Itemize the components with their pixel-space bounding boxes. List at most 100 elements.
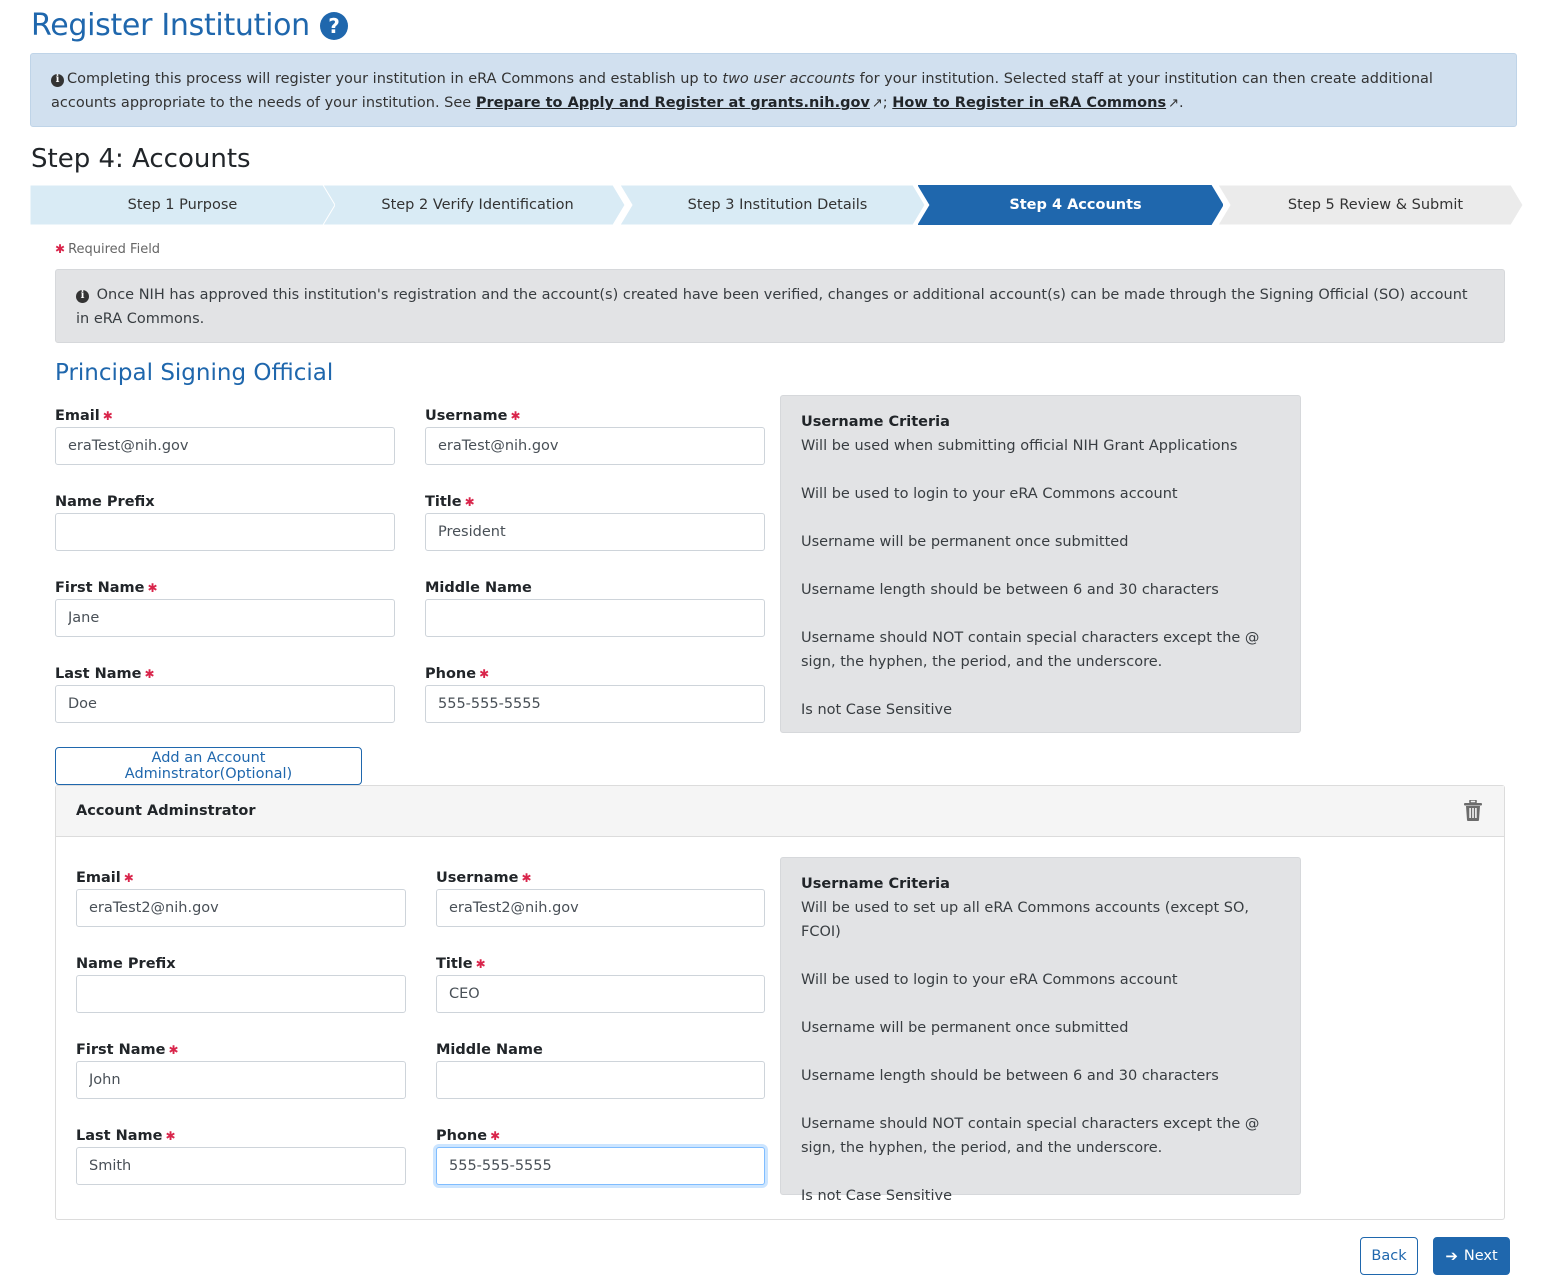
required-marker-icon: ✱ — [165, 1129, 176, 1143]
criteria-title: Username Criteria — [801, 876, 950, 892]
step-2[interactable]: Step 2 Verify Identification — [320, 185, 625, 225]
criteria-item: Username length should be between 6 and … — [801, 582, 1219, 598]
phone-label: Phone ✱ — [436, 1128, 500, 1144]
required-marker-icon: ✱ — [490, 1129, 501, 1143]
pso-username-input[interactable] — [425, 427, 765, 465]
next-label: Next — [1463, 1248, 1498, 1264]
criteria-item: Will be used to login to your eRA Common… — [801, 486, 1178, 502]
admin-card-title: Account Adminstrator — [76, 803, 256, 819]
criteria-item: Will be used when submitting official NI… — [801, 438, 1238, 454]
intro-end: . — [1178, 95, 1184, 111]
criteria-item: Will be used to login to your eRA Common… — [801, 972, 1178, 988]
question-circle-icon[interactable]: ? — [319, 11, 348, 40]
pso-section-title: Principal Signing Official — [55, 360, 334, 386]
step-heading: Step 4: Accounts — [31, 144, 251, 174]
pso-username-criteria: Username Criteria Will be used when subm… — [780, 395, 1301, 733]
criteria-item: Username length should be between 6 and … — [801, 1068, 1219, 1084]
back-button[interactable]: Back — [1360, 1237, 1418, 1275]
required-marker-icon: ✱ — [144, 667, 155, 681]
required-marker-icon: ✱ — [510, 409, 521, 423]
step-1[interactable]: Step 1 Purpose — [30, 185, 335, 225]
label-text: Middle Name — [436, 1042, 543, 1058]
intro-emphasis: two user accounts — [722, 71, 855, 87]
phone-label: Phone ✱ — [425, 666, 489, 682]
pso-first-name-input[interactable] — [55, 599, 395, 637]
middle-name-label: Middle Name — [425, 580, 532, 596]
label-text: Email — [55, 408, 100, 424]
label-text: Title — [436, 956, 473, 972]
step-label: Step 3 Institution Details — [687, 197, 868, 213]
how-to-register-link[interactable]: How to Register in eRA Commons — [892, 95, 1166, 111]
pso-title-input[interactable] — [425, 513, 765, 551]
required-marker-icon: ✱ — [168, 1043, 179, 1057]
prepare-to-apply-link[interactable]: Prepare to Apply and Register at grants.… — [476, 95, 870, 111]
required-marker-icon: ✱ — [521, 871, 532, 885]
required-marker-icon: ✱ — [123, 871, 134, 885]
first-name-label: First Name ✱ — [76, 1042, 179, 1058]
add-account-administrator-button[interactable]: Add an Account Adminstrator(Optional) — [55, 747, 362, 785]
label-text: Phone — [425, 666, 477, 682]
criteria-list: Will be used to set up all eRA Commons a… — [801, 896, 1280, 1208]
label-text: Username — [436, 870, 519, 886]
admin-username-criteria: Username Criteria Will be used to set up… — [780, 857, 1301, 1204]
label-text: Middle Name — [425, 580, 532, 596]
required-marker-icon: ✱ — [475, 957, 486, 971]
page-title: Register Institution ? — [31, 8, 348, 43]
step-label: Step 2 Verify Identification — [381, 197, 574, 213]
email-label: Email ✱ — [55, 408, 113, 424]
link-separator: ; — [882, 95, 893, 111]
pso-last-name-input[interactable] — [55, 685, 395, 723]
pso-phone-input[interactable] — [425, 685, 765, 723]
criteria-item: Username will be permanent once submitte… — [801, 1020, 1129, 1036]
label-text: Phone — [436, 1128, 488, 1144]
required-note-text: Required Field — [68, 242, 161, 257]
pso-middle-name-input[interactable] — [425, 599, 765, 637]
username-label: Username ✱ — [425, 408, 521, 424]
step-5: Step 5 Review & Submit — [1218, 185, 1523, 225]
label-text: Name Prefix — [55, 494, 155, 510]
criteria-item: Username should NOT contain special char… — [801, 630, 1260, 670]
step-4: Step 4 Accounts — [918, 185, 1223, 225]
trash-icon — [1464, 799, 1482, 821]
delete-admin-button[interactable] — [1462, 799, 1484, 822]
admin-card-header: Account Adminstrator — [56, 786, 1504, 837]
notice-text: Once NIH has approved this institution's… — [76, 287, 1468, 327]
external-link-icon: ↗ — [1168, 96, 1179, 111]
next-button[interactable]: ➔ Next — [1433, 1237, 1510, 1275]
info-circle-icon: i — [51, 73, 64, 87]
criteria-item: Username should NOT contain special char… — [801, 1116, 1260, 1156]
page-title-text: Register Institution — [31, 8, 310, 43]
admin-title-input[interactable] — [436, 975, 765, 1013]
step-label: Step 4 Accounts — [1009, 197, 1142, 213]
step-label: Step 5 Review & Submit — [1287, 197, 1464, 213]
required-marker-icon: ✱ — [55, 242, 66, 256]
label-text: Last Name — [76, 1128, 163, 1144]
admin-username-input[interactable] — [436, 889, 765, 927]
admin-phone-input[interactable] — [436, 1147, 765, 1185]
intro-text-1: Completing this process will register yo… — [67, 71, 723, 87]
label-text: Username — [425, 408, 508, 424]
title-label: Title ✱ — [425, 494, 475, 510]
admin-first-name-input[interactable] — [76, 1061, 406, 1099]
step-3[interactable]: Step 3 Institution Details — [620, 185, 925, 225]
criteria-item: Is not Case Sensitive — [801, 1188, 953, 1204]
admin-middle-name-input[interactable] — [436, 1061, 765, 1099]
label-text: Title — [425, 494, 462, 510]
wizard-stepper: Step 1 Purpose Step 2 Verify Identificati… — [30, 185, 1530, 225]
arrow-right-icon: ➔ — [1445, 1247, 1458, 1265]
criteria-item: Will be used to set up all eRA Commons a… — [801, 900, 1250, 940]
title-label: Title ✱ — [436, 956, 486, 972]
pso-email-input[interactable] — [55, 427, 395, 465]
name-prefix-label: Name Prefix — [76, 956, 176, 972]
admin-last-name-input[interactable] — [76, 1147, 406, 1185]
required-marker-icon: ✱ — [102, 409, 113, 423]
admin-email-input[interactable] — [76, 889, 406, 927]
last-name-label: Last Name ✱ — [55, 666, 155, 682]
pso-name-prefix-input[interactable] — [55, 513, 395, 551]
admin-name-prefix-input[interactable] — [76, 975, 406, 1013]
label-text: First Name — [76, 1042, 166, 1058]
label-text: Last Name — [55, 666, 142, 682]
approval-notice: i Once NIH has approved this institution… — [55, 269, 1505, 343]
info-circle-icon: i — [76, 289, 89, 303]
required-field-note: ✱ Required Field — [55, 242, 160, 257]
